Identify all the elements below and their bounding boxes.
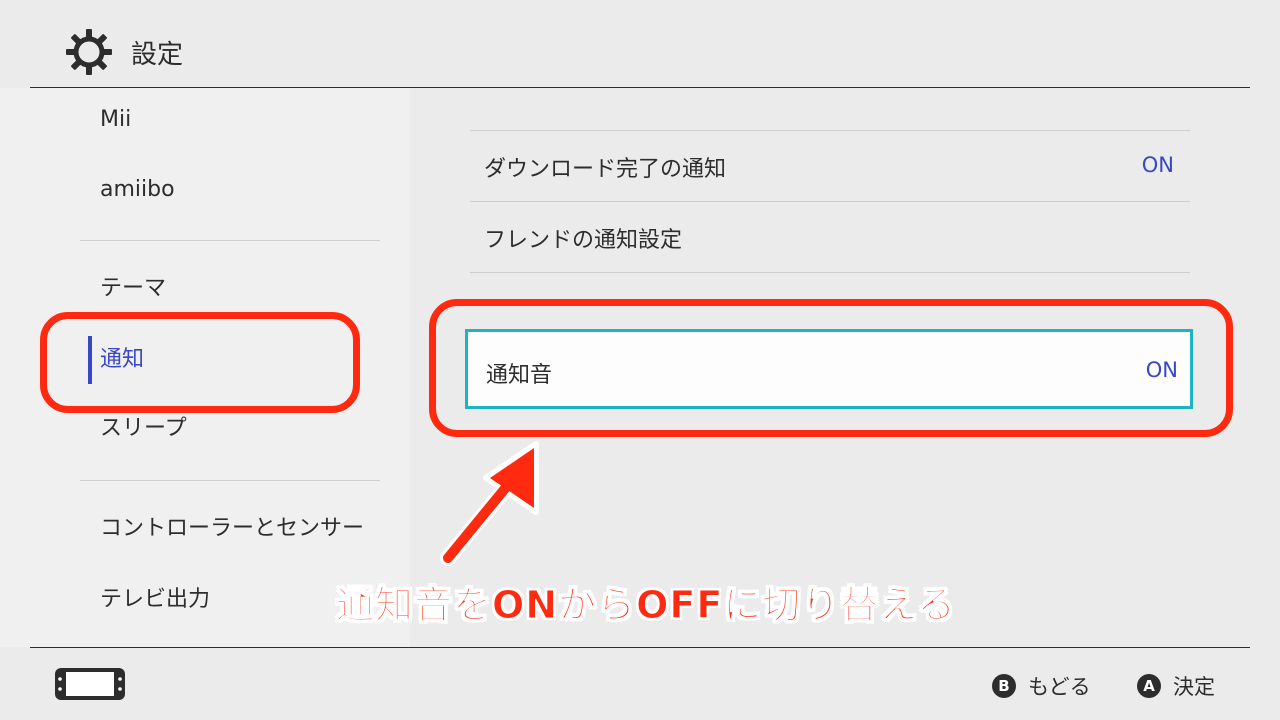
b-button-icon: B <box>992 674 1016 698</box>
sidebar-divider <box>80 480 380 481</box>
sidebar-item-mii[interactable]: Mii <box>100 105 131 135</box>
sidebar-item-controllers[interactable]: コントローラーとセンサー <box>100 514 364 544</box>
page-title: 設定 <box>131 40 184 70</box>
annotation-text: 通知音をONからOFFに切り替える <box>335 583 957 628</box>
highlight-box-setting <box>429 299 1233 437</box>
sidebar-item-amiibo[interactable]: amiibo <box>100 175 175 205</box>
setting-value: ON <box>1141 153 1174 177</box>
arrow-icon <box>440 441 539 566</box>
sidebar-item-theme[interactable]: テーマ <box>100 274 166 304</box>
setting-label: フレンドの通知設定 <box>484 228 683 253</box>
gear-icon <box>66 29 112 75</box>
sidebar-item-sleep[interactable]: スリープ <box>100 414 187 444</box>
a-button-icon: A <box>1137 674 1161 698</box>
sidebar-item-tv-output[interactable]: テレビ出力 <box>100 585 210 615</box>
footer-divider <box>30 647 1250 648</box>
back-button[interactable]: B もどる <box>992 671 1091 701</box>
row-divider <box>470 272 1190 273</box>
sidebar-divider <box>80 240 380 241</box>
ok-button[interactable]: A 決定 <box>1137 671 1215 701</box>
header: 設定 <box>0 0 1280 88</box>
console-icon <box>55 668 125 700</box>
ok-label: 決定 <box>1173 675 1215 699</box>
setting-row-download-notification[interactable]: ダウンロード完了の通知 ON <box>470 131 1190 201</box>
highlight-box-sidebar <box>40 312 360 413</box>
back-label: もどる <box>1028 675 1091 699</box>
setting-row-friend-notification[interactable]: フレンドの通知設定 <box>470 202 1190 272</box>
setting-label: ダウンロード完了の通知 <box>484 157 727 182</box>
